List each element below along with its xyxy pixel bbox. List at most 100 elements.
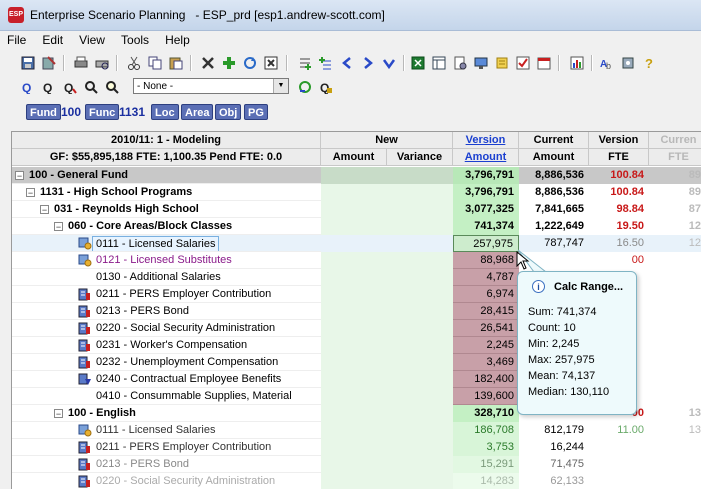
query-filter-icon[interactable] xyxy=(82,78,100,96)
menu-file[interactable]: File xyxy=(0,31,32,47)
version-amount-cell[interactable]: 3,077,325 xyxy=(453,201,519,218)
menu-edit[interactable]: Edit xyxy=(35,31,69,47)
version-amount-header[interactable]: Amount xyxy=(453,149,519,166)
new-amount-cell[interactable] xyxy=(321,337,387,354)
current-fte-cell[interactable] xyxy=(649,320,701,337)
variance-cell[interactable] xyxy=(387,235,453,252)
current-fte-cell[interactable] xyxy=(649,388,701,405)
row-label-cell[interactable]: −060 - Core Areas/Block Classes xyxy=(12,218,321,235)
current-fte-cell[interactable]: 12. xyxy=(649,235,701,252)
current-fte-cell[interactable] xyxy=(649,456,701,473)
new-amount-cell[interactable] xyxy=(321,371,387,388)
collapse-toggle[interactable]: − xyxy=(26,188,35,198)
current-fte-cell[interactable] xyxy=(649,252,701,269)
version-fte-cell[interactable] xyxy=(589,473,649,489)
variance-cell[interactable] xyxy=(387,337,453,354)
variance-cell[interactable] xyxy=(387,252,453,269)
variance-cell[interactable] xyxy=(387,320,453,337)
version-amount-cell[interactable]: 6,974 xyxy=(453,286,519,303)
copy-icon[interactable] xyxy=(146,54,164,72)
row-label-cell[interactable]: 0240 - Contractual Employee Benefits xyxy=(12,371,321,388)
first-page-icon[interactable] xyxy=(338,54,356,72)
variance-header[interactable]: Variance xyxy=(387,149,453,166)
current-fte-cell[interactable] xyxy=(649,286,701,303)
row-label-cell[interactable]: −031 - Reynolds High School xyxy=(12,201,321,218)
new-amount-cell[interactable] xyxy=(321,201,387,218)
variance-cell[interactable] xyxy=(387,286,453,303)
table-row[interactable]: 0121 - Licensed Substitutes 88,968 00 xyxy=(12,252,701,269)
row-label-cell[interactable]: 0130 - Additional Salaries xyxy=(12,269,321,286)
collapse-toggle[interactable]: − xyxy=(54,222,63,232)
row-label-cell[interactable]: 0232 - Unemployment Compensation xyxy=(12,354,321,371)
table-row[interactable]: −060 - Core Areas/Block Classes 741,374 1,… xyxy=(12,218,701,235)
variance-cell[interactable] xyxy=(387,167,453,184)
table-row[interactable]: −031 - Reynolds High School 3,077,325 7,84… xyxy=(12,201,701,218)
dim-button-obj[interactable]: Obj xyxy=(215,104,242,120)
variance-cell[interactable] xyxy=(387,388,453,405)
current-fte-cell[interactable] xyxy=(649,303,701,320)
version-fte-cell[interactable]: 00 xyxy=(589,252,649,269)
version-amount-group-header[interactable]: Version xyxy=(453,132,519,149)
row-label-cell[interactable]: 0213 - PERS Bond xyxy=(12,456,321,473)
row-label-cell[interactable]: −1131 - High School Programs xyxy=(12,184,321,201)
delete-icon[interactable] xyxy=(199,54,217,72)
refresh-icon[interactable] xyxy=(241,54,259,72)
version-amount-cell[interactable]: 14,283 xyxy=(453,473,519,489)
notes-icon[interactable] xyxy=(493,54,511,72)
next-page-icon[interactable] xyxy=(359,54,377,72)
version-amount-cell[interactable]: 186,708 xyxy=(453,422,519,439)
menu-help[interactable]: Help xyxy=(158,31,196,47)
collapse-toggle[interactable]: − xyxy=(54,409,63,419)
row-label-cell[interactable]: 0211 - PERS Employer Contribution xyxy=(12,439,321,456)
new-amount-cell[interactable] xyxy=(321,405,387,422)
collapse-toggle[interactable]: − xyxy=(40,205,49,215)
new-amount-cell[interactable] xyxy=(321,286,387,303)
table-row[interactable]: 0213 - PERS Bond 15,291 71,475 xyxy=(12,456,701,473)
current-amount-cell[interactable]: 8,886,536 xyxy=(519,167,589,184)
row-label-cell[interactable]: 0410 - Consummable Supplies, Material xyxy=(12,388,321,405)
close-box-icon[interactable] xyxy=(262,54,280,72)
calendar-icon[interactable] xyxy=(535,54,553,72)
new-amount-cell[interactable] xyxy=(321,439,387,456)
table-row[interactable]: 0111 - Licensed Salaries 257,975 787,747 16… xyxy=(12,235,701,252)
current-fte-cell[interactable] xyxy=(649,354,701,371)
variance-cell[interactable] xyxy=(387,405,453,422)
row-label-cell[interactable]: 0231 - Worker's Compensation xyxy=(12,337,321,354)
paste-icon[interactable] xyxy=(167,54,185,72)
current-amount-cell[interactable]: 812,179 xyxy=(519,422,589,439)
current-fte-cell[interactable] xyxy=(649,439,701,456)
table-row[interactable]: −100 - General Fund 3,796,791 8,886,536 100… xyxy=(12,167,701,184)
new-amount-cell[interactable] xyxy=(321,269,387,286)
version-amount-cell[interactable]: 3,796,791 xyxy=(453,167,519,184)
row-label-cell[interactable]: 0211 - PERS Employer Contribution xyxy=(12,286,321,303)
version-fte-cell[interactable]: 11.00 xyxy=(589,422,649,439)
dim-button-fund[interactable]: Fund xyxy=(26,104,61,120)
row-label-cell[interactable]: 0121 - Licensed Substitutes xyxy=(12,252,321,269)
variance-cell[interactable] xyxy=(387,439,453,456)
save-icon[interactable] xyxy=(19,54,37,72)
query-run-icon[interactable]: Q xyxy=(40,78,58,96)
excel-icon[interactable] xyxy=(409,54,427,72)
insert-row-icon[interactable] xyxy=(296,54,314,72)
variance-cell[interactable] xyxy=(387,473,453,489)
current-amount-cell[interactable]: 8,886,536 xyxy=(519,184,589,201)
help-icon[interactable]: ? xyxy=(640,54,658,72)
version-amount-cell[interactable]: 26,541 xyxy=(453,320,519,337)
version-amount-cell[interactable]: 182,400 xyxy=(453,371,519,388)
variance-cell[interactable] xyxy=(387,218,453,235)
version-fte-header[interactable]: FTE xyxy=(589,149,649,166)
new-amount-cell[interactable] xyxy=(321,167,387,184)
print-icon[interactable] xyxy=(72,54,90,72)
collapse-toggle[interactable]: − xyxy=(15,171,24,181)
variance-cell[interactable] xyxy=(387,201,453,218)
query-icon[interactable]: Q xyxy=(19,78,37,96)
version-amount-cell[interactable]: 3,796,791 xyxy=(453,184,519,201)
table-row[interactable]: 0111 - Licensed Salaries 186,708 812,179 11… xyxy=(12,422,701,439)
new-amount-cell[interactable] xyxy=(321,354,387,371)
current-fte-cell[interactable]: 13. xyxy=(649,422,701,439)
print-preview-icon[interactable] xyxy=(93,54,111,72)
chart-icon[interactable] xyxy=(568,54,586,72)
table-row[interactable]: 0211 - PERS Employer Contribution 3,753 16… xyxy=(12,439,701,456)
table-row[interactable]: −1131 - High School Programs 3,796,791 8,8… xyxy=(12,184,701,201)
current-amount-cell[interactable]: 7,841,665 xyxy=(519,201,589,218)
